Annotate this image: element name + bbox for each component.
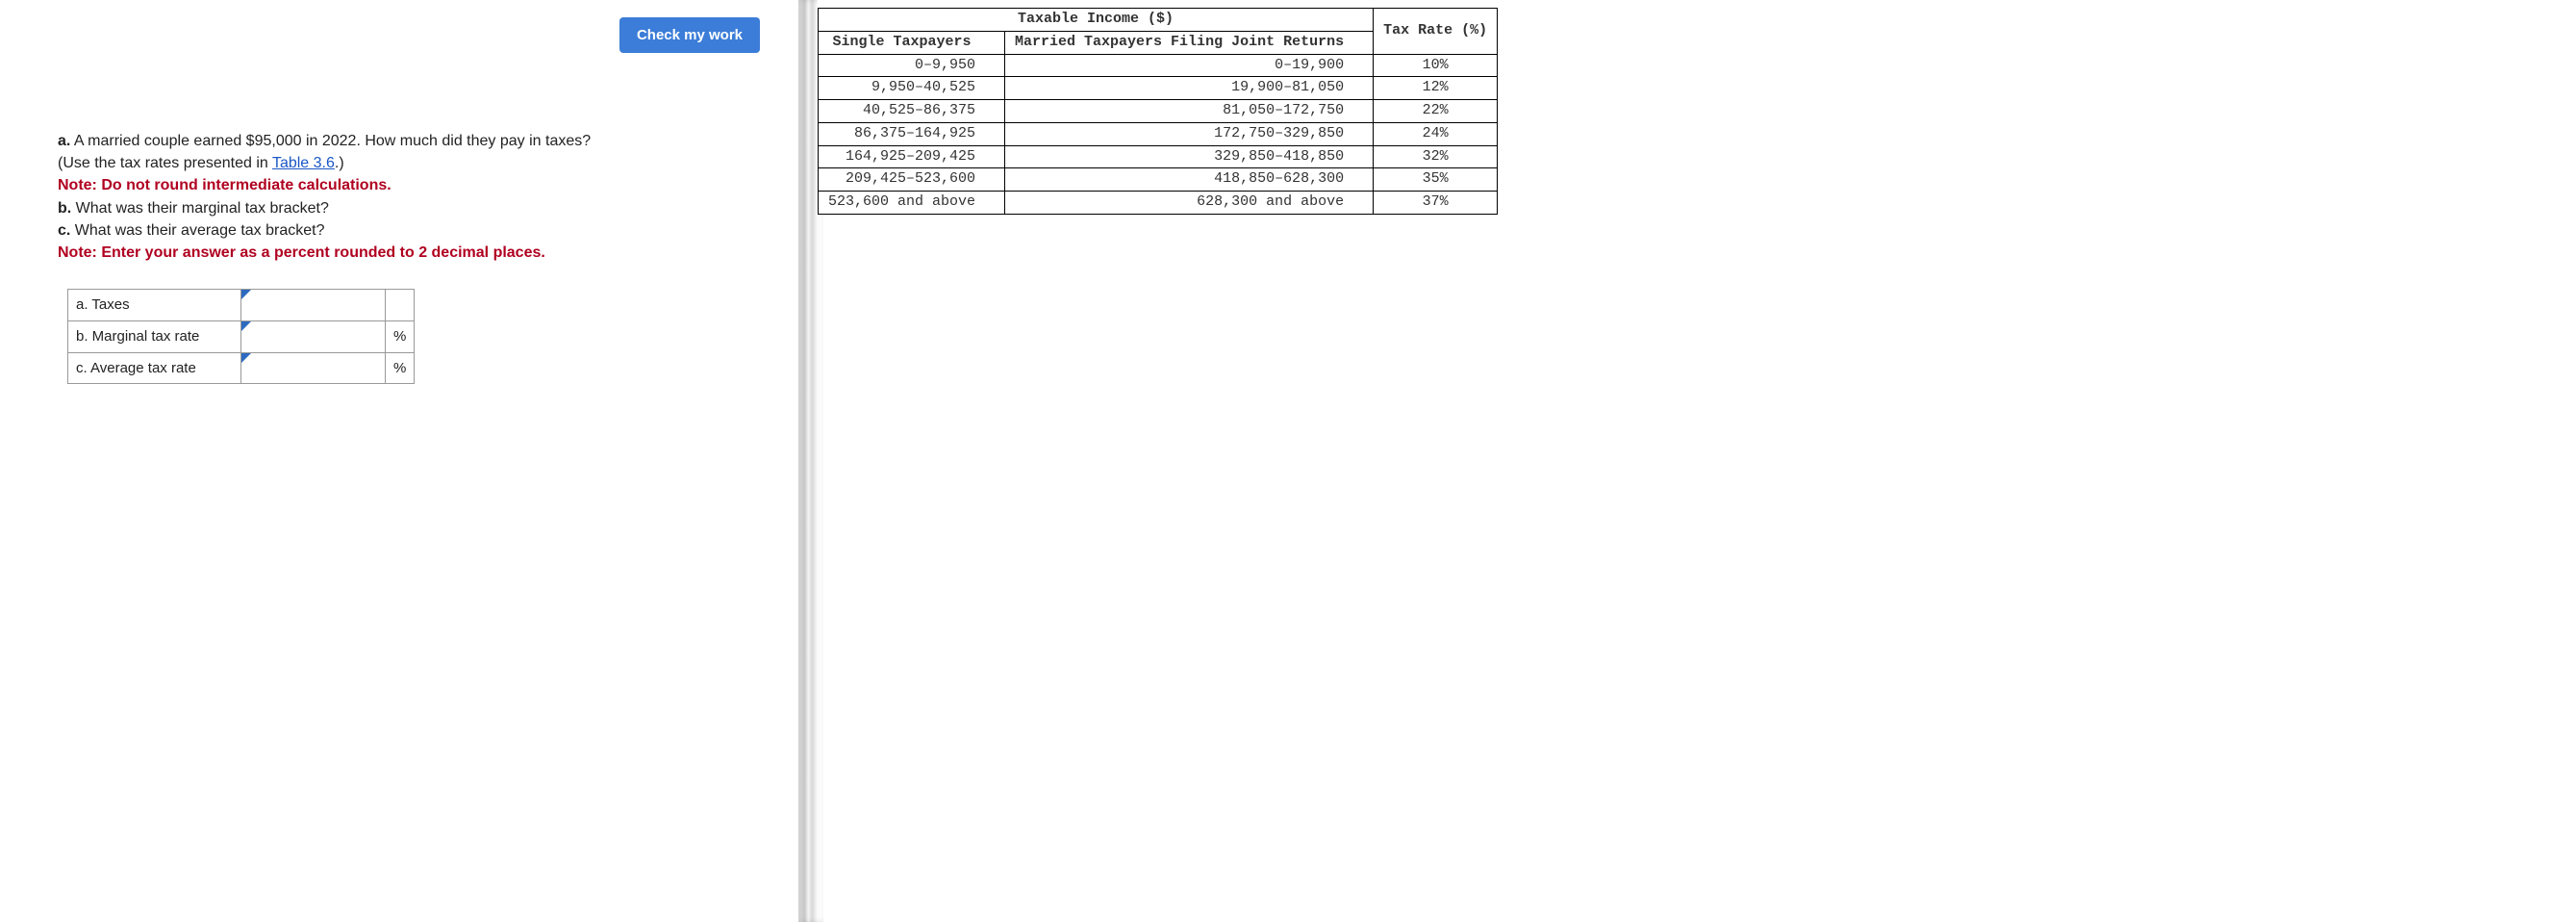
note-c: Note: Enter your answer as a percent rou…	[58, 244, 545, 261]
question-pane: Check my work a. A married couple earned…	[29, 0, 798, 384]
question-c: c. What was their average tax bracket? N…	[58, 219, 798, 264]
marginal-rate-input[interactable]	[241, 321, 385, 352]
cell-single: 164,925–209,425	[819, 145, 1005, 168]
cell-rate: 10%	[1374, 54, 1498, 77]
single-header: Single Taxpayers	[819, 31, 1005, 54]
answer-row-taxes: a. Taxes	[68, 290, 415, 321]
answer-input-cell-a	[241, 290, 386, 321]
cell-married: 418,850–628,300	[1005, 168, 1374, 192]
input-marker-icon	[241, 290, 251, 299]
question-c-text: What was their average tax bracket?	[70, 222, 324, 239]
tax-table-pane: Taxable Income ($) Tax Rate (%) Single T…	[818, 0, 1491, 215]
cell-single: 40,525–86,375	[819, 100, 1005, 123]
average-rate-input[interactable]	[241, 353, 385, 384]
question-c-label: c.	[58, 222, 70, 239]
answer-unit-a	[386, 290, 415, 321]
input-marker-icon	[241, 353, 251, 363]
cell-married: 172,750–329,850	[1005, 122, 1374, 145]
cell-married: 329,850–418,850	[1005, 145, 1374, 168]
question-b-label: b.	[58, 200, 71, 217]
question-a-text: A married couple earned $95,000 in 2022.…	[70, 133, 591, 149]
question-b: b. What was their marginal tax bracket?	[58, 197, 798, 219]
tax-table: Taxable Income ($) Tax Rate (%) Single T…	[818, 8, 1498, 215]
cell-rate: 37%	[1374, 192, 1498, 215]
married-header: Married Taxpayers Filing Joint Returns	[1005, 31, 1374, 54]
question-a-paren-suffix: .)	[335, 155, 344, 171]
cell-single: 86,375–164,925	[819, 122, 1005, 145]
answer-label-a: a. Taxes	[68, 290, 241, 321]
cell-rate: 12%	[1374, 77, 1498, 100]
answer-row-average: c. Average tax rate %	[68, 352, 415, 384]
cell-married: 0–19,900	[1005, 54, 1374, 77]
note-a: Note: Do not round intermediate calculat…	[58, 177, 391, 193]
tax-rate-header: Tax Rate (%)	[1374, 9, 1498, 55]
cell-married: 19,900–81,050	[1005, 77, 1374, 100]
answer-unit-c: %	[386, 352, 415, 384]
question-a-label: a.	[58, 133, 70, 149]
answer-label-b: b. Marginal tax rate	[68, 320, 241, 352]
cell-single: 523,600 and above	[819, 192, 1005, 215]
input-marker-icon	[241, 321, 251, 331]
cell-married: 81,050–172,750	[1005, 100, 1374, 123]
cell-rate: 22%	[1374, 100, 1498, 123]
table-row: 209,425–523,600 418,850–628,300 35%	[819, 168, 1498, 192]
cell-single: 0–9,950	[819, 54, 1005, 77]
cell-single: 9,950–40,525	[819, 77, 1005, 100]
answer-input-cell-c	[241, 352, 386, 384]
cell-rate: 32%	[1374, 145, 1498, 168]
answer-input-cell-b	[241, 320, 386, 352]
taxes-input[interactable]	[241, 290, 385, 320]
question-b-text: What was their marginal tax bracket?	[71, 200, 329, 217]
answer-unit-b: %	[386, 320, 415, 352]
cell-rate: 24%	[1374, 122, 1498, 145]
table-row: 9,950–40,525 19,900–81,050 12%	[819, 77, 1498, 100]
table-row: 40,525–86,375 81,050–172,750 22%	[819, 100, 1498, 123]
table-link[interactable]: Table 3.6	[272, 155, 335, 171]
cell-single: 209,425–523,600	[819, 168, 1005, 192]
question-a-paren-prefix: (Use the tax rates presented in	[58, 155, 272, 171]
check-my-work-button[interactable]: Check my work	[619, 17, 760, 53]
table-row: 523,600 and above 628,300 and above 37%	[819, 192, 1498, 215]
tax-table-body: 0–9,950 0–19,900 10% 9,950–40,525 19,900…	[819, 54, 1498, 214]
cell-rate: 35%	[1374, 168, 1498, 192]
question-block: a. A married couple earned $95,000 in 20…	[29, 53, 798, 384]
cell-married: 628,300 and above	[1005, 192, 1374, 215]
answer-table: a. Taxes b. Marginal tax rate % c. Avera…	[67, 289, 415, 384]
table-row: 0–9,950 0–19,900 10%	[819, 54, 1498, 77]
answer-row-marginal: b. Marginal tax rate %	[68, 320, 415, 352]
tax-table-title: Taxable Income ($)	[819, 9, 1374, 32]
table-row: 164,925–209,425 329,850–418,850 32%	[819, 145, 1498, 168]
answer-label-c: c. Average tax rate	[68, 352, 241, 384]
question-a: a. A married couple earned $95,000 in 20…	[58, 130, 798, 197]
table-row: 86,375–164,925 172,750–329,850 24%	[819, 122, 1498, 145]
